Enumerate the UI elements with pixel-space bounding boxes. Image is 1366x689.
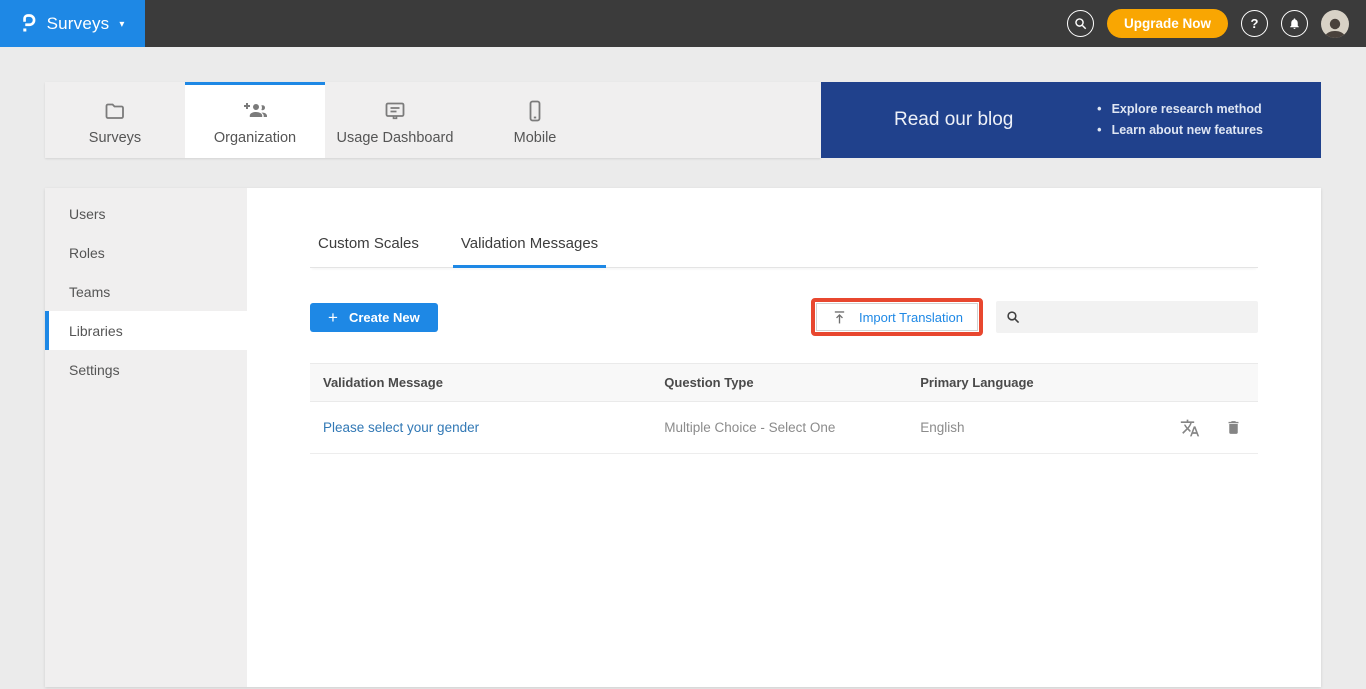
- create-new-label: Create New: [349, 310, 420, 325]
- primary-nav-row: Surveys Organization: [45, 82, 1321, 158]
- topbar-actions: Upgrade Now ?: [1067, 9, 1366, 38]
- nav-tab-surveys[interactable]: Surveys: [45, 82, 185, 158]
- column-header-actions: [1116, 364, 1258, 402]
- sidebar-item-teams[interactable]: Teams: [45, 272, 247, 311]
- upgrade-now-button[interactable]: Upgrade Now: [1107, 9, 1228, 38]
- smartphone-icon: [523, 99, 547, 123]
- plus-icon: +: [328, 309, 338, 326]
- banner-bullet: Learn about new features: [1097, 120, 1263, 141]
- main-panel: Users Roles Teams Libraries Settings Cus…: [45, 188, 1321, 687]
- banner-title: Read our blog: [894, 109, 1013, 131]
- create-new-button[interactable]: + Create New: [310, 303, 438, 332]
- tab-custom-scales[interactable]: Custom Scales: [310, 235, 427, 268]
- search-icon: [1006, 310, 1020, 324]
- table-header-row: Validation Message Question Type Primary…: [310, 364, 1258, 402]
- sidebar-item-roles[interactable]: Roles: [45, 233, 247, 272]
- delete-trash-icon[interactable]: [1225, 419, 1242, 436]
- add-group-icon: [242, 99, 268, 123]
- nav-tab-label: Usage Dashboard: [337, 130, 454, 146]
- primary-language-cell: English: [907, 402, 1116, 454]
- search-input[interactable]: [1028, 310, 1248, 325]
- libraries-content: Custom Scales Validation Messages + Crea…: [247, 188, 1321, 687]
- dashboard-icon: [383, 99, 407, 123]
- product-name: Surveys: [47, 14, 110, 34]
- sidebar-item-settings[interactable]: Settings: [45, 350, 247, 389]
- banner-bullet-list: Explore research method Learn about new …: [1097, 99, 1263, 141]
- column-header-question-type: Question Type: [651, 364, 907, 402]
- translate-icon[interactable]: [1180, 418, 1200, 438]
- tab-validation-messages[interactable]: Validation Messages: [453, 235, 606, 268]
- import-translation-highlight-box: Import Translation: [811, 298, 983, 336]
- search-icon[interactable]: [1067, 10, 1094, 37]
- row-actions: [1129, 418, 1258, 438]
- sidebar-item-users[interactable]: Users: [45, 194, 247, 233]
- nav-tab-mobile[interactable]: Mobile: [465, 82, 605, 158]
- folder-icon: [103, 99, 127, 123]
- question-type-cell: Multiple Choice - Select One: [651, 402, 907, 454]
- nav-tab-usage-dashboard[interactable]: Usage Dashboard: [325, 82, 465, 158]
- settings-sidebar: Users Roles Teams Libraries Settings: [45, 188, 247, 687]
- help-button[interactable]: ?: [1241, 10, 1268, 37]
- validation-messages-table: Validation Message Question Type Primary…: [310, 363, 1258, 454]
- table-search-box[interactable]: [996, 301, 1258, 333]
- nav-tab-label: Surveys: [89, 130, 141, 146]
- page-shell: Surveys Organization: [0, 82, 1366, 687]
- import-translation-button[interactable]: Import Translation: [816, 303, 978, 331]
- product-switcher[interactable]: Surveys ▾: [0, 0, 145, 47]
- nav-tab-label: Organization: [214, 130, 296, 146]
- libraries-tab-bar: Custom Scales Validation Messages: [310, 235, 1258, 268]
- blog-banner[interactable]: Read our blog Explore research method Le…: [821, 82, 1321, 158]
- user-avatar[interactable]: [1321, 10, 1349, 38]
- import-translation-label: Import Translation: [859, 310, 963, 325]
- banner-bullet: Explore research method: [1097, 99, 1263, 120]
- primary-nav-tabs: Surveys Organization: [45, 82, 821, 158]
- sidebar-item-libraries[interactable]: Libraries: [45, 311, 247, 350]
- column-header-validation-message: Validation Message: [310, 364, 651, 402]
- nav-tab-label: Mobile: [514, 130, 557, 146]
- brand-logo-icon: [21, 13, 37, 34]
- chevron-down-icon: ▾: [119, 17, 124, 30]
- toolbar: + Create New Import Translation: [310, 298, 1258, 336]
- upload-icon: [831, 309, 848, 326]
- column-header-primary-language: Primary Language: [907, 364, 1116, 402]
- nav-tab-organization[interactable]: Organization: [185, 82, 325, 158]
- validation-message-link[interactable]: Please select your gender: [323, 420, 479, 435]
- topbar: Surveys ▾ Upgrade Now ?: [0, 0, 1366, 47]
- table-row: Please select your gender Multiple Choic…: [310, 402, 1258, 454]
- notifications-bell-icon[interactable]: [1281, 10, 1308, 37]
